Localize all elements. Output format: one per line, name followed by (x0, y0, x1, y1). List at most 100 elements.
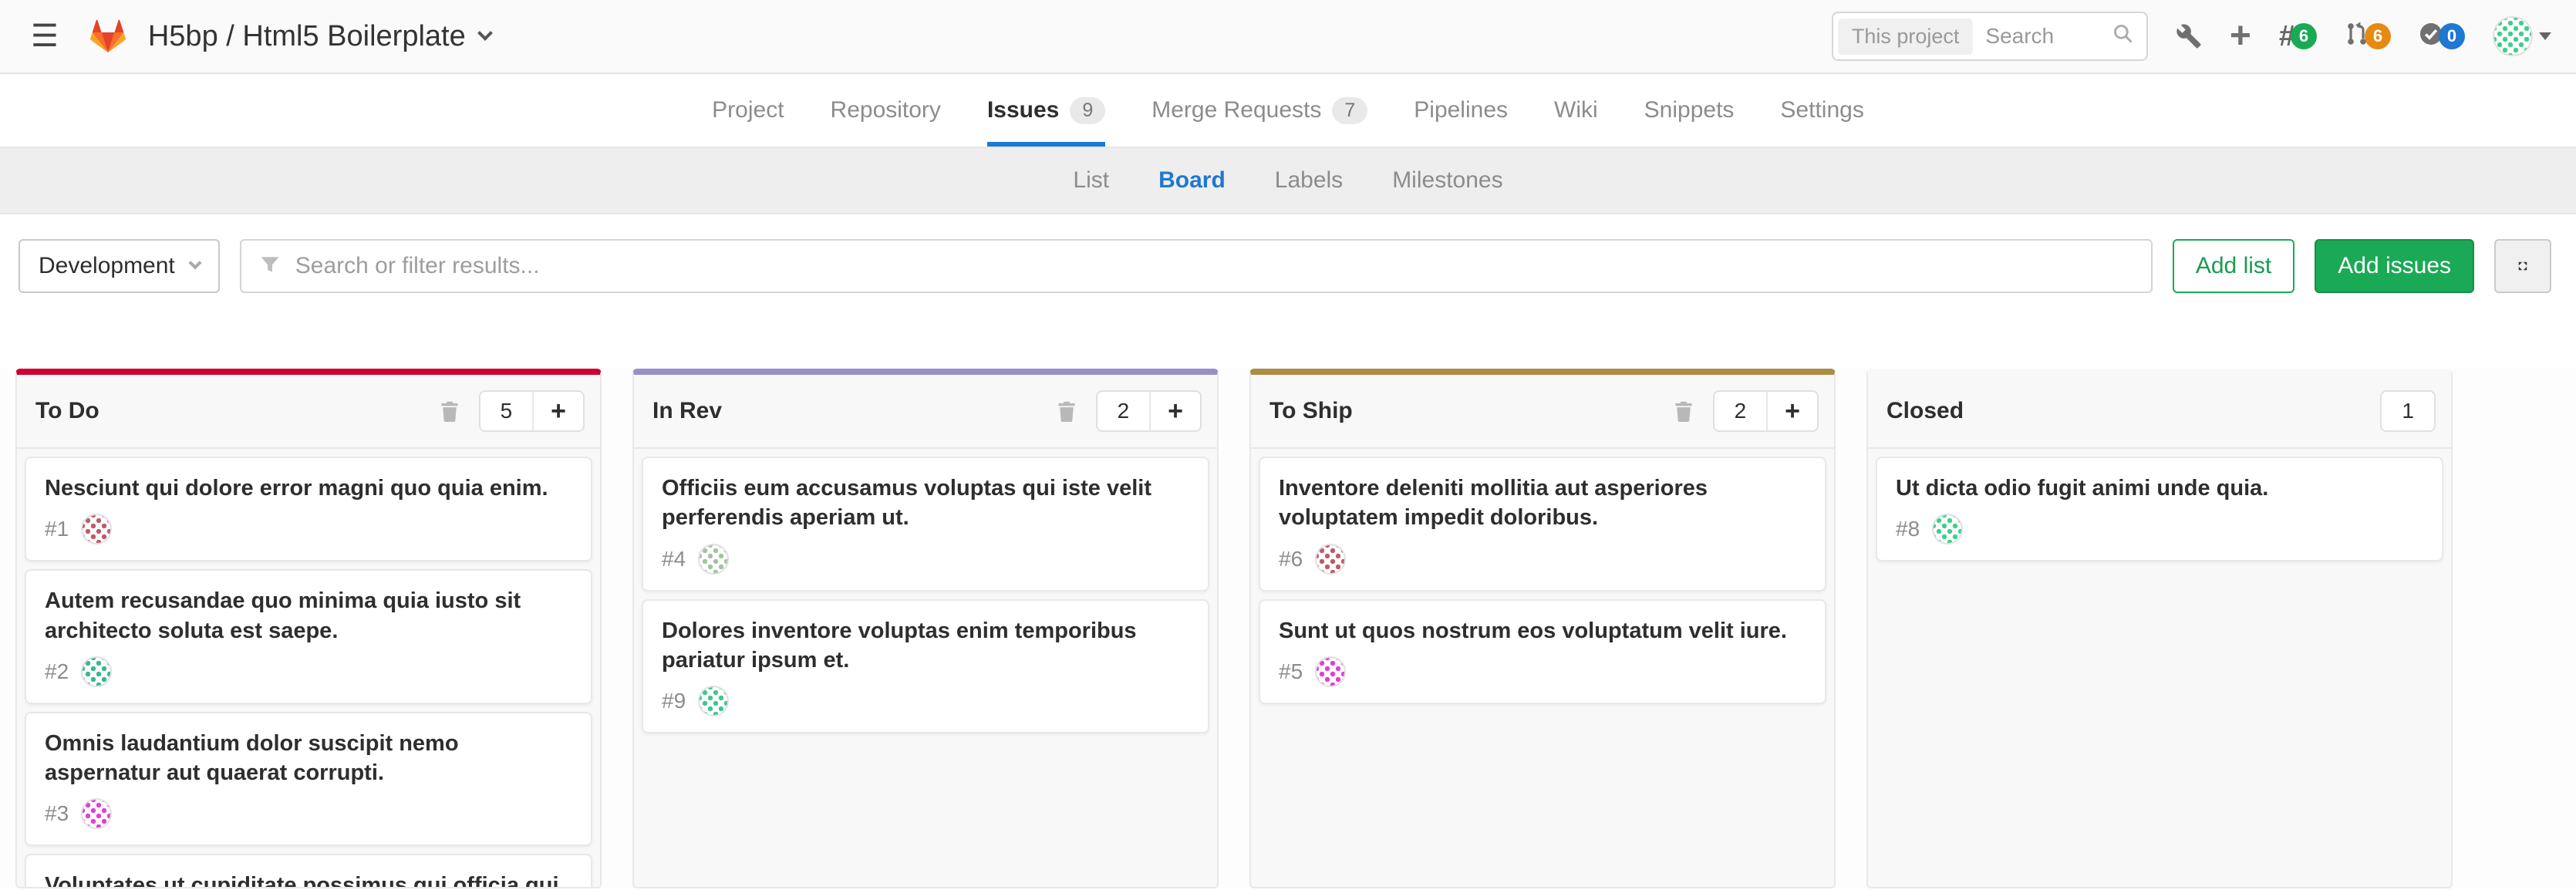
assignee-avatar (1315, 544, 1346, 575)
issue-count: 5 (480, 392, 533, 430)
column-title: To Ship (1269, 398, 1353, 424)
board-column-todo: To Do 5 + Nesciunt qui dolore error magn… (15, 369, 602, 888)
add-issue-to-list-button[interactable]: + (532, 392, 583, 430)
project-breadcrumb[interactable]: H5bp / Html5 Boilerplate (148, 20, 491, 53)
user-avatar-menu[interactable] (2493, 16, 2551, 56)
column-title: To Do (35, 398, 99, 424)
subnav-milestones[interactable]: Milestones (1392, 167, 1502, 194)
issue-count: 2 (1097, 392, 1150, 430)
issue-title: Autem recusandae quo minima quia iusto s… (45, 586, 572, 646)
column-header: Closed 1 (1868, 375, 2451, 449)
board-column-in-rev: In Rev 2 + Officiis eum accusamus volupt… (632, 369, 1219, 888)
issue-id: #2 (45, 659, 69, 684)
admin-wrench-icon[interactable] (2176, 23, 2202, 49)
delete-list-icon[interactable] (1673, 399, 1694, 423)
issues-count-badge: 6 (2291, 23, 2317, 49)
add-issue-to-list-button[interactable]: + (1149, 392, 1200, 430)
tab-project[interactable]: Project (712, 74, 784, 147)
issue-card[interactable]: Omnis laudantium dolor suscipit nemo asp… (25, 712, 592, 847)
gitlab-logo-icon[interactable] (89, 19, 126, 54)
tab-repository[interactable]: Repository (831, 74, 941, 147)
column-card-list[interactable]: Nesciunt qui dolore error magni quo quia… (17, 449, 600, 887)
board-switcher-dropdown[interactable]: Development (19, 239, 220, 293)
issue-title: Officiis eum accusamus voluptas qui iste… (662, 474, 1189, 533)
column-count-group: 2 + (1096, 390, 1202, 432)
subnav-labels[interactable]: Labels (1275, 167, 1343, 194)
tab-label: Settings (1780, 97, 1863, 123)
hamburger-menu-icon[interactable]: ☰ (25, 18, 65, 55)
add-list-button[interactable]: Add list (2173, 239, 2294, 293)
tab-merge-requests[interactable]: Merge Requests 7 (1151, 74, 1367, 147)
issue-title: Dolores inventore voluptas enim temporib… (662, 616, 1189, 676)
plus-glyph: + (2230, 18, 2251, 55)
subnav-board[interactable]: Board (1158, 167, 1226, 194)
issue-id: #8 (1896, 517, 1920, 541)
issues-subnav: List Board Labels Milestones (0, 148, 2576, 214)
filter-funnel-icon (260, 252, 280, 281)
delete-list-icon[interactable] (439, 399, 460, 423)
board-filter-bar: Development Search or filter results... … (0, 214, 2576, 316)
issue-card[interactable]: Sunt ut quos nostrum eos voluptatum veli… (1259, 599, 1826, 704)
board-column-closed: Closed 1 Ut dicta odio fugit animi unde … (1866, 369, 2453, 888)
new-item-plus-icon[interactable]: + (2230, 18, 2251, 55)
column-card-list[interactable]: Ut dicta odio fugit animi unde quia. #8 (1868, 449, 2451, 887)
column-count-group: 2 + (1713, 390, 1819, 432)
project-nav-tabs: Project Repository Issues 9 Merge Reques… (0, 74, 2576, 148)
search-scope-badge: This project (1838, 19, 1974, 55)
expand-icon (2517, 255, 2528, 277)
board-name: Development (39, 253, 175, 279)
tab-issues[interactable]: Issues 9 (987, 74, 1105, 147)
issues-tab-badge: 9 (1070, 97, 1105, 124)
todos-count-badge: 0 (2439, 23, 2465, 49)
issue-card[interactable]: Autem recusandae quo minima quia iusto s… (25, 569, 592, 704)
column-card-list[interactable]: Inventore deleniti mollitia aut asperior… (1251, 449, 1834, 887)
global-search-box[interactable]: This project Search (1832, 12, 2148, 61)
project-title-text: H5bp / Html5 Boilerplate (148, 20, 466, 53)
fullscreen-toggle-button[interactable] (2494, 239, 2551, 293)
tab-snippets[interactable]: Snippets (1644, 74, 1735, 147)
chevron-down-icon (477, 25, 493, 41)
assignee-avatar (81, 514, 112, 544)
tab-label: Project (712, 97, 784, 123)
issue-id: #6 (1279, 547, 1303, 571)
issue-id: #5 (1279, 659, 1303, 684)
issue-title: Ut dicta odio fugit animi unde quia. (1896, 474, 2423, 503)
tab-pipelines[interactable]: Pipelines (1414, 74, 1508, 147)
caret-down-icon (2539, 32, 2551, 40)
issue-card[interactable]: Voluptates ut cupiditate possimus qui of… (25, 854, 592, 887)
add-issues-button[interactable]: Add issues (2315, 239, 2474, 293)
issue-card[interactable]: Nesciunt qui dolore error magni quo quia… (25, 457, 592, 561)
tab-label: Pipelines (1414, 97, 1508, 123)
issue-card[interactable]: Ut dicta odio fugit animi unde quia. #8 (1876, 457, 2443, 561)
column-card-list[interactable]: Officiis eum accusamus voluptas qui iste… (634, 449, 1217, 887)
tab-label: Issues (987, 97, 1059, 123)
delete-list-icon[interactable] (1056, 399, 1077, 423)
search-icon (2112, 22, 2134, 51)
search-placeholder: Search (1985, 24, 2099, 49)
column-count-group: 1 (2380, 390, 2436, 432)
assignee-avatar (81, 656, 112, 687)
tab-label: Repository (831, 97, 941, 123)
tab-label: Wiki (1554, 97, 1598, 123)
tab-wiki[interactable]: Wiki (1554, 74, 1598, 147)
column-title: Closed (1886, 398, 1964, 424)
assignee-avatar (1315, 656, 1346, 687)
board-column-to-ship: To Ship 2 + Inventore deleniti mollitia … (1249, 369, 1836, 888)
tab-settings[interactable]: Settings (1780, 74, 1863, 147)
issue-card[interactable]: Dolores inventore voluptas enim temporib… (642, 599, 1209, 734)
merge-requests-count-badge: 6 (2365, 23, 2391, 49)
issue-card[interactable]: Inventore deleniti mollitia aut asperior… (1259, 457, 1826, 592)
merge-requests-counter-button[interactable]: 6 (2345, 22, 2391, 52)
tab-label: Snippets (1644, 97, 1735, 123)
chevron-down-icon (188, 257, 201, 270)
issue-title: Nesciunt qui dolore error magni quo quia… (45, 474, 572, 503)
filter-search-input[interactable]: Search or filter results... (240, 239, 2153, 293)
add-issue-to-list-button[interactable]: + (1766, 392, 1817, 430)
issues-counter-button[interactable]: # 6 (2279, 22, 2317, 51)
assignee-avatar (698, 686, 729, 716)
issue-card[interactable]: Officiis eum accusamus voluptas qui iste… (642, 457, 1209, 592)
subnav-list[interactable]: List (1073, 167, 1109, 194)
issue-id: #9 (662, 689, 686, 713)
todos-counter-button[interactable]: 0 (2419, 22, 2465, 52)
issue-board: To Do 5 + Nesciunt qui dolore error magn… (0, 369, 2576, 888)
